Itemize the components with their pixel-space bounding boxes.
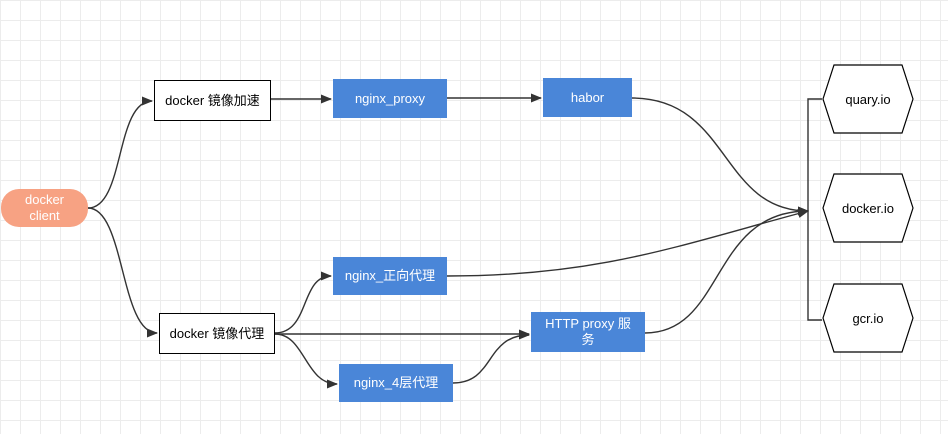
edge-nginx-l4-to-http-proxy: [452, 330, 531, 384]
edge-client-to-mirror-accel: [87, 96, 154, 209]
edges-layer: [87, 93, 822, 389]
edge-client-to-mirror-proxy: [87, 207, 159, 338]
edge-mirror-proxy-to-nginx-l4: [274, 333, 339, 389]
edge-mirror-proxy-to-nginx-forward: [274, 271, 333, 334]
docker-client-node[interactable]: docker client: [1, 189, 88, 227]
edge-habor-to-registries: [631, 97, 810, 216]
mirror-proxy-node[interactable]: docker 镜像代理: [159, 313, 275, 354]
mirror-accel-node[interactable]: docker 镜像加速: [154, 80, 271, 121]
nginx-l4-node[interactable]: nginx_4层代理: [339, 364, 453, 402]
http-proxy-node[interactable]: HTTP proxy 服务: [531, 312, 645, 352]
nginx-proxy-node[interactable]: nginx_proxy: [333, 79, 447, 118]
quay-io-node[interactable]: quary.io: [822, 64, 914, 134]
habor-node[interactable]: habor: [543, 78, 632, 117]
edge-nginx-forward-to-registries: [446, 209, 810, 277]
nginx-forward-node[interactable]: nginx_正向代理: [333, 257, 447, 295]
quay-io-label: quary.io: [845, 91, 891, 107]
diagram-canvas: docker client docker 镜像加速 nginx_proxy ha…: [0, 0, 948, 434]
docker-io-node[interactable]: docker.io: [822, 173, 914, 243]
gcr-io-label: gcr.io: [852, 310, 884, 326]
edge-http-proxy-to-registries: [644, 206, 810, 334]
registry-bracket: [807, 98, 822, 321]
docker-io-label: docker.io: [841, 200, 895, 216]
gcr-io-node[interactable]: gcr.io: [822, 283, 914, 353]
